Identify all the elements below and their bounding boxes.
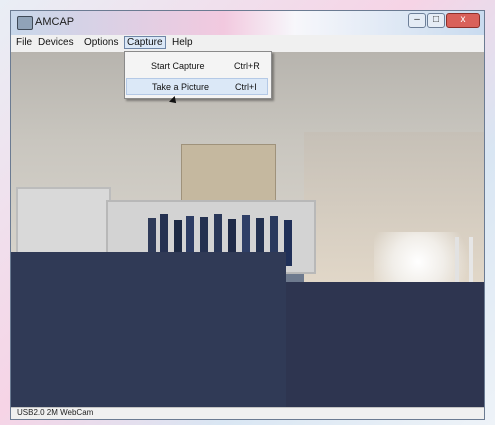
status-text: USB2.0 2M WebCam (17, 408, 94, 417)
menu-start-capture[interactable]: Start Capture Ctrl+R (126, 58, 268, 75)
status-bar: USB2.0 2M WebCam (11, 407, 484, 419)
menu-start-capture-shortcut: Ctrl+R (234, 61, 260, 71)
title-bar[interactable]: AMCAP – □ x (11, 11, 484, 35)
menu-take-picture-label: Take a Picture (152, 82, 210, 92)
close-icon[interactable]: x (446, 13, 480, 28)
maximize-icon[interactable]: □ (427, 13, 445, 28)
camera-app-icon (17, 16, 33, 30)
camera-preview (11, 52, 484, 410)
minimize-icon[interactable]: – (408, 13, 426, 28)
menu-take-picture[interactable]: Take a Picture Ctrl+I (126, 78, 268, 95)
scene-cubicle-left (11, 252, 286, 410)
window-title: AMCAP (35, 16, 75, 28)
capture-menu: Start Capture Ctrl+R Take a Picture Ctrl… (124, 51, 272, 99)
scene-binders (181, 144, 276, 206)
amcap-window: AMCAP – □ x File Devices Options Capture… (10, 10, 485, 420)
menu-file[interactable]: File (13, 37, 35, 48)
menu-options[interactable]: Options (81, 37, 121, 48)
menu-take-picture-shortcut: Ctrl+I (235, 82, 257, 92)
menu-start-capture-label: Start Capture (151, 61, 205, 71)
menu-capture[interactable]: Capture (124, 36, 166, 49)
menu-devices[interactable]: Devices (35, 37, 77, 48)
menu-help[interactable]: Help (169, 37, 196, 48)
scene-cubicle-right (286, 282, 484, 410)
window-controls: – □ x (408, 13, 480, 28)
